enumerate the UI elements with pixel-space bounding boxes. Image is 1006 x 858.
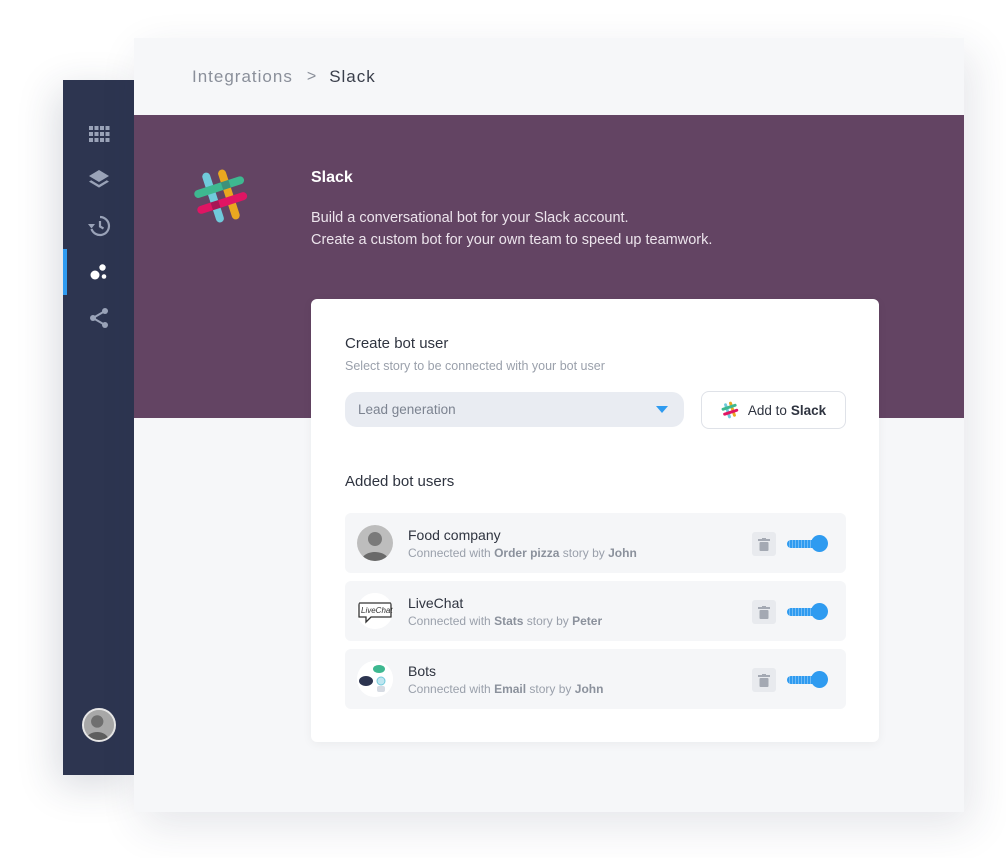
create-bot-subtitle: Select story to be connected with your b… xyxy=(345,359,605,373)
meta-story: Order pizza xyxy=(494,546,560,560)
grid-icon xyxy=(88,126,109,142)
meta-author: John xyxy=(574,682,604,696)
slack-logo-icon xyxy=(721,401,739,419)
main-panel: Integrations > Slack Slack Build a conve… xyxy=(134,38,964,812)
trash-icon xyxy=(758,673,770,687)
nav-share[interactable] xyxy=(63,295,134,341)
bot-avatar: LiveChat xyxy=(357,593,393,629)
bot-row: Bots Connected with Email story by John xyxy=(345,649,846,709)
breadcrumb-integrations[interactable]: Integrations xyxy=(192,67,293,87)
meta-story: Email xyxy=(494,682,527,696)
add-button-bold: Slack xyxy=(790,402,827,418)
nav-dashboard[interactable] xyxy=(63,111,134,157)
caret-down-icon xyxy=(656,406,668,413)
meta-mid: story by xyxy=(562,546,605,560)
bot-row: LiveChat LiveChat Connected with Stats s… xyxy=(345,581,846,641)
meta-mid: story by xyxy=(526,614,569,628)
meta-prefix: Connected with xyxy=(408,614,491,628)
livechat-logo-icon: LiveChat xyxy=(357,593,393,629)
delete-button[interactable] xyxy=(752,668,776,692)
trash-icon xyxy=(758,605,770,619)
user-avatar[interactable] xyxy=(82,708,116,742)
bot-connection: Connected with Email story by John xyxy=(408,682,603,696)
bot-connection: Connected with Stats story by Peter xyxy=(408,614,602,628)
toggle-knob xyxy=(811,535,828,552)
delete-button[interactable] xyxy=(752,532,776,556)
meta-prefix: Connected with xyxy=(408,546,491,560)
nav-history[interactable] xyxy=(63,203,134,249)
story-select-value: Lead generation xyxy=(358,402,456,417)
added-bots-heading: Added bot users xyxy=(345,473,455,490)
bot-name: Bots xyxy=(408,663,437,679)
toggle-knob xyxy=(811,671,828,688)
integration-title: Slack xyxy=(311,169,353,186)
meta-prefix: Connected with xyxy=(408,682,491,696)
bot-name: Food company xyxy=(408,527,501,543)
toggle-knob xyxy=(811,603,828,620)
person-avatar-icon xyxy=(357,525,393,561)
share-icon xyxy=(89,308,108,328)
add-button-prefix: Add to xyxy=(747,402,787,418)
breadcrumb: Integrations > Slack xyxy=(134,38,964,115)
meta-mid: story by xyxy=(529,682,572,696)
integration-description: Build a conversational bot for your Slac… xyxy=(311,207,712,251)
create-bot-heading: Create bot user xyxy=(345,335,449,352)
bot-connection: Connected with Order pizza story by John xyxy=(408,546,637,560)
livechat-logo-text: LiveChat xyxy=(361,606,393,615)
add-to-slack-button[interactable]: Add to Slack xyxy=(701,391,846,429)
enable-toggle[interactable] xyxy=(787,535,829,552)
nav-integrations[interactable] xyxy=(63,249,134,295)
delete-button[interactable] xyxy=(752,600,776,624)
bot-row: Food company Connected with Order pizza … xyxy=(345,513,846,573)
description-line-2: Create a custom bot for your own team to… xyxy=(311,232,713,248)
history-icon xyxy=(87,215,110,237)
meta-author: John xyxy=(608,546,637,560)
layers-icon xyxy=(88,170,109,188)
meta-author: Peter xyxy=(572,614,603,628)
nav-stories[interactable] xyxy=(63,157,134,203)
person-icon xyxy=(84,710,114,740)
enable-toggle[interactable] xyxy=(787,671,829,688)
meta-story: Stats xyxy=(494,614,524,628)
bot-avatar xyxy=(357,525,393,561)
bot-name: LiveChat xyxy=(408,595,464,611)
trash-icon xyxy=(758,537,770,551)
bot-avatar xyxy=(357,661,393,697)
bot-users-card: Create bot user Select story to be conne… xyxy=(311,299,879,742)
sidebar xyxy=(63,80,134,775)
description-line-1: Build a conversational bot for your Slac… xyxy=(311,210,629,226)
breadcrumb-current: Slack xyxy=(329,66,376,86)
integrations-icon xyxy=(90,264,106,280)
bots-logo-icon xyxy=(357,661,393,697)
story-select[interactable]: Lead generation xyxy=(345,392,684,427)
enable-toggle[interactable] xyxy=(787,603,829,620)
chevron-right-icon: > xyxy=(306,67,318,85)
slack-logo-icon xyxy=(194,169,248,223)
